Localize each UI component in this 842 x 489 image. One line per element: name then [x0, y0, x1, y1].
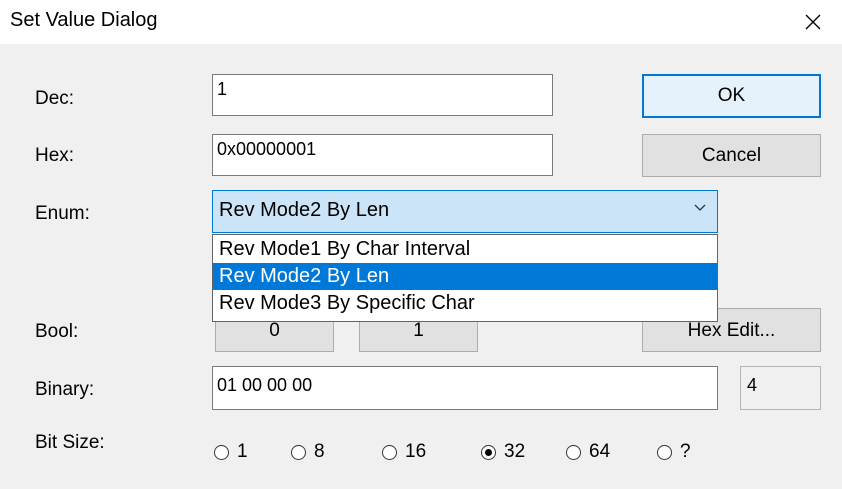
- enum-selected-value: Rev Mode2 By Len: [219, 199, 390, 221]
- enum-option[interactable]: Rev Mode3 By Specific Char: [213, 290, 717, 317]
- bitsize-label: Bit Size:: [35, 432, 105, 453]
- title-bar: Set Value Dialog: [0, 0, 842, 44]
- bitsize-option-label: 1: [237, 441, 248, 462]
- radio-icon: [657, 444, 672, 460]
- close-button[interactable]: [784, 0, 842, 44]
- radio-icon: [291, 444, 306, 460]
- bitsize-radio-8[interactable]: 8: [291, 441, 325, 463]
- enum-dropdown-list: Rev Mode1 By Char Interval Rev Mode2 By …: [212, 234, 718, 322]
- bitsize-option-label: ?: [680, 441, 691, 462]
- radio-icon: [214, 444, 229, 460]
- radio-icon: [382, 444, 397, 460]
- bitsize-option-label: 32: [504, 441, 526, 462]
- ok-button[interactable]: OK: [642, 74, 821, 118]
- hex-input[interactable]: 0x00000001: [212, 134, 553, 176]
- dec-input[interactable]: 1: [212, 74, 553, 116]
- hex-label: Hex:: [35, 145, 75, 166]
- enum-option-selected[interactable]: Rev Mode2 By Len: [213, 263, 717, 290]
- binary-input[interactable]: 01 00 00 00: [212, 366, 718, 410]
- chevron-down-icon: [694, 204, 706, 211]
- dialog-title: Set Value Dialog: [10, 9, 158, 31]
- bitsize-radio-1[interactable]: 1: [214, 441, 248, 463]
- bitsize-radio-16[interactable]: 16: [382, 441, 426, 463]
- radio-icon: [566, 444, 581, 460]
- bitsize-radio-unknown[interactable]: ?: [657, 441, 691, 463]
- bitsize-option-label: 16: [405, 441, 427, 462]
- bitsize-radio-32[interactable]: 32: [481, 441, 525, 463]
- radio-selected-icon: [481, 444, 496, 460]
- bitsize-radio-64[interactable]: 64: [566, 441, 610, 463]
- bitsize-option-label: 64: [589, 441, 611, 462]
- close-icon: [805, 14, 821, 30]
- dec-label: Dec:: [35, 88, 75, 109]
- cancel-button[interactable]: Cancel: [642, 134, 821, 177]
- enum-combobox[interactable]: Rev Mode2 By Len: [212, 190, 718, 233]
- enum-option[interactable]: Rev Mode1 By Char Interval: [213, 236, 717, 263]
- binary-size-field: 4: [740, 366, 821, 410]
- binary-label: Binary:: [35, 379, 95, 400]
- bitsize-option-label: 8: [314, 441, 325, 462]
- enum-label: Enum:: [35, 203, 90, 224]
- bool-label: Bool:: [35, 321, 79, 342]
